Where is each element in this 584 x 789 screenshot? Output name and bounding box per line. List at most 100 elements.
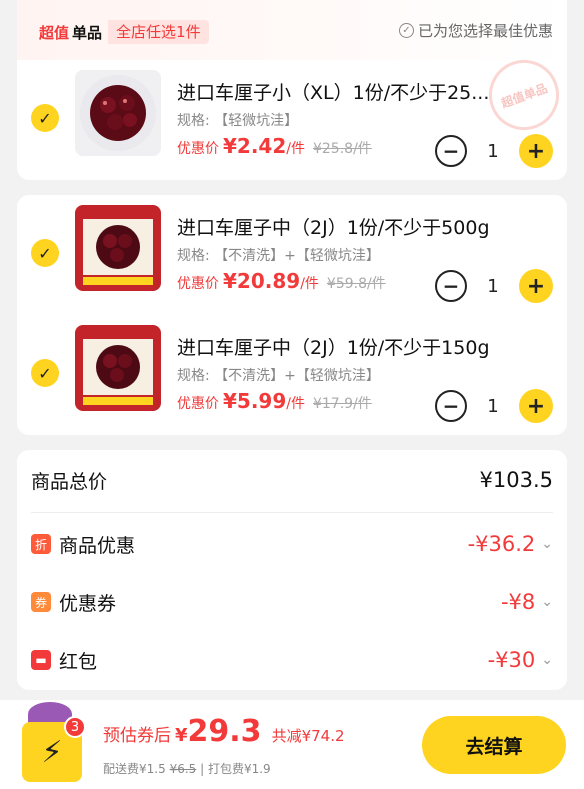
cart-item: ✓ 进口车厘子小（XL）1份/不少于25... 规格: 【轻微坑洼】 优惠价 ¥… (17, 62, 567, 180)
after-coupon-label: 预估券后 (103, 726, 171, 746)
minus-icon: − (442, 274, 460, 298)
promo-header: 超值 单品 全店任选1件 ✓ 已为您选择最佳优惠 (17, 0, 567, 60)
checkout-bar: ⚡ 3 预估券后 ¥ 29.3 共减¥74.2 配送费¥1.5 ¥6.5 | 打… (0, 700, 584, 789)
minus-icon: − (442, 139, 460, 163)
redpacket-label: ▬ 红包 (31, 647, 97, 674)
price-unit: /件 (286, 141, 305, 157)
quantity-stepper: − 1 + (435, 389, 553, 423)
redpacket-value: -¥30 ⌄ (488, 648, 553, 672)
product-image[interactable] (75, 325, 161, 411)
price-value: ¥20.89 (223, 269, 301, 293)
price-value: ¥2.42 (223, 134, 287, 158)
coupon-label: 券 优惠券 (31, 589, 116, 616)
price-row: 优惠价 ¥2.42 /件 ¥25.8/件 (177, 134, 372, 158)
quantity-value: 1 (487, 275, 499, 297)
total-saved: 共减¥74.2 (271, 727, 345, 745)
price-row: 优惠价 ¥5.99 /件 ¥17.9/件 (177, 389, 372, 413)
best-offer-note: ✓ 已为您选择最佳优惠 (398, 20, 553, 41)
currency-symbol: ¥ (175, 725, 188, 746)
chevron-down-icon: ⌄ (541, 652, 553, 668)
promo-tag-label: 超值 (39, 23, 70, 42)
promo-tag-label-bold: 单品 (72, 23, 103, 42)
increase-button[interactable]: + (519, 269, 553, 303)
product-spec: 规格: 【不清洗】+【轻微坑洼】 (177, 248, 380, 264)
original-price: ¥59.8/件 (326, 276, 386, 292)
coupon-icon: 券 (31, 592, 51, 612)
checkout-button[interactable]: 去结算 (422, 716, 566, 774)
discount-amount: -¥36.2 (467, 532, 536, 556)
discount-label-text: 商品优惠 (59, 534, 136, 557)
product-title[interactable]: 进口车厘子小（XL）1份/不少于25... (177, 78, 547, 105)
price-label: 优惠价 (177, 141, 219, 157)
quantity-value: 1 (487, 140, 499, 162)
minus-icon: − (442, 394, 460, 418)
check-circle-icon: ✓ (398, 23, 414, 38)
product-spec: 规格: 【不清洗】+【轻微坑洼】 (177, 368, 380, 384)
packing-fee: | 打包费¥1.9 (200, 762, 271, 776)
cherry-plate-icon (80, 75, 156, 151)
decrease-button[interactable]: − (435, 390, 467, 422)
check-icon: ✓ (38, 363, 52, 383)
item-checkbox[interactable]: ✓ (31, 359, 59, 387)
increase-button[interactable]: + (519, 134, 553, 168)
price-summary: 商品总价 ¥103.5 折 商品优惠 -¥36.2 ⌄ 券 优惠券 -¥8 ⌄ … (17, 450, 567, 690)
plus-icon: + (526, 273, 546, 299)
plus-icon: + (526, 138, 546, 164)
item-checkbox[interactable]: ✓ (31, 104, 59, 132)
promo-card: 超值 单品 全店任选1件 ✓ 已为您选择最佳优惠 超值单品 ✓ 进口车厘子小（XL… (17, 0, 567, 180)
total-price-row: 商品总价 ¥103.5 (17, 452, 567, 508)
original-price: ¥25.8/件 (312, 141, 372, 157)
quantity-stepper: − 1 + (435, 269, 553, 303)
final-price: 29.3 (187, 714, 262, 749)
decrease-button[interactable]: − (435, 135, 467, 167)
product-title[interactable]: 进口车厘子中（2J）1份/不少于500g (177, 213, 547, 240)
cherry-box-icon (79, 209, 157, 287)
coupon-row[interactable]: 券 优惠券 -¥8 ⌄ (17, 574, 567, 630)
quantity-value: 1 (487, 395, 499, 417)
product-title[interactable]: 进口车厘子中（2J）1份/不少于150g (177, 333, 547, 360)
price-value: ¥5.99 (223, 389, 287, 413)
total-price-label: 商品总价 (31, 470, 108, 493)
cherry-box-icon (79, 329, 157, 407)
redpacket-label-text: 红包 (59, 650, 98, 673)
discount-row[interactable]: 折 商品优惠 -¥36.2 ⌄ (17, 516, 567, 572)
price-unit: /件 (300, 276, 319, 292)
coupon-label-text: 优惠券 (59, 592, 117, 615)
divider (31, 512, 553, 513)
product-spec: 规格: 【轻微坑洼】 (177, 113, 299, 129)
coupon-value: -¥8 ⌄ (501, 590, 553, 614)
price-label: 优惠价 (177, 396, 219, 412)
discount-icon: 折 (31, 534, 51, 554)
coupon-amount: -¥8 (500, 590, 536, 614)
plus-icon: + (526, 393, 546, 419)
product-image[interactable] (75, 70, 161, 156)
total-price-value: ¥103.5 (479, 468, 553, 492)
promo-rule: 全店任选1件 (108, 20, 209, 44)
cart-item: ✓ 进口车厘子中（2J）1份/不少于500g 规格: 【不清洗】+【轻微坑洼】 … (17, 197, 567, 315)
price-row: 优惠价 ¥20.89 /件 ¥59.8/件 (177, 269, 386, 293)
discount-label: 折 商品优惠 (31, 531, 135, 558)
cart-count-badge: 3 (64, 716, 86, 738)
price-unit: /件 (286, 396, 305, 412)
cart-item: ✓ 进口车厘子中（2J）1份/不少于150g 规格: 【不清洗】+【轻微坑洼】 … (17, 317, 567, 435)
chevron-down-icon: ⌄ (541, 594, 553, 610)
price-label: 优惠价 (177, 276, 219, 292)
red-packet-icon: ▬ (31, 650, 51, 670)
delivery-fee-original: ¥6.5 (169, 762, 197, 776)
product-image[interactable] (75, 205, 161, 291)
fee-info: 配送费¥1.5 ¥6.5 | 打包费¥1.9 (103, 760, 271, 777)
final-price-line: 预估券后 ¥ 29.3 共减¥74.2 (103, 714, 345, 749)
redpacket-row[interactable]: ▬ 红包 -¥30 ⌄ (17, 632, 567, 688)
decrease-button[interactable]: − (435, 270, 467, 302)
cart-button[interactable]: ⚡ 3 (22, 702, 94, 784)
discount-value: -¥36.2 ⌄ (468, 532, 553, 556)
check-icon: ✓ (38, 243, 52, 263)
redpacket-amount: -¥30 (487, 648, 536, 672)
promo-tag: 超值 单品 全店任选1件 (35, 20, 209, 44)
items-card: ✓ 进口车厘子中（2J）1份/不少于500g 规格: 【不清洗】+【轻微坑洼】 … (17, 195, 567, 435)
increase-button[interactable]: + (519, 389, 553, 423)
quantity-stepper: − 1 + (435, 134, 553, 168)
item-checkbox[interactable]: ✓ (31, 239, 59, 267)
check-icon: ✓ (38, 108, 52, 128)
chevron-down-icon: ⌄ (541, 536, 553, 552)
